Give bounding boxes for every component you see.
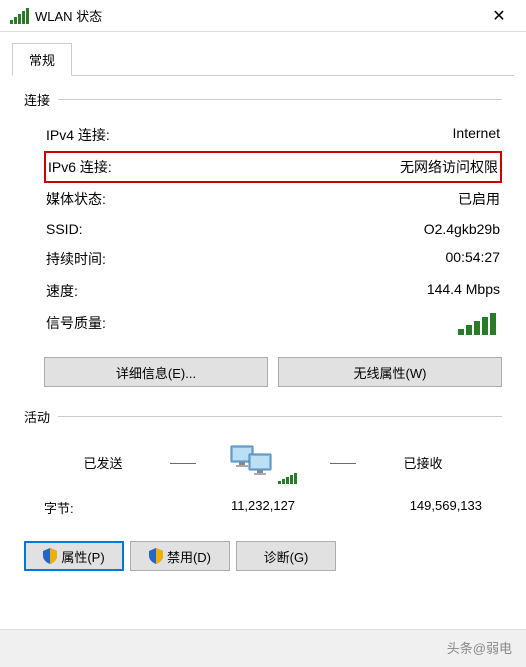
section-activity-label: 活动: [24, 407, 502, 426]
speed-label: 速度:: [46, 281, 78, 301]
properties-button[interactable]: 属性(P): [24, 541, 124, 571]
signal-bars-icon: [458, 313, 496, 335]
diagnose-button[interactable]: 诊断(G): [236, 541, 336, 571]
ipv6-label: IPv6 连接:: [48, 157, 112, 177]
tab-general[interactable]: 常规: [12, 43, 72, 76]
sent-header: 已发送: [44, 453, 162, 472]
speed-value: 144.4 Mbps: [427, 281, 500, 301]
row-speed: 速度: 144.4 Mbps: [44, 275, 502, 307]
section-connection-label: 连接: [24, 90, 502, 109]
bytes-label: 字节:: [44, 498, 190, 517]
wireless-properties-button[interactable]: 无线属性(W): [278, 357, 502, 387]
row-duration: 持续时间: 00:54:27: [44, 243, 502, 275]
shield-icon: [149, 548, 163, 564]
titlebar: WLAN 状态 ✕: [0, 0, 526, 32]
disable-button[interactable]: 禁用(D): [130, 541, 230, 571]
row-media: 媒体状态: 已启用: [44, 183, 502, 215]
row-ssid: SSID: O2.4gkb29b: [44, 215, 502, 243]
ipv6-value: 无网络访问权限: [400, 157, 498, 177]
ssid-label: SSID:: [46, 221, 83, 237]
ssid-value: O2.4gkb29b: [424, 221, 500, 237]
ipv4-value: Internet: [453, 125, 500, 145]
row-ipv6: IPv6 连接: 无网络访问权限: [44, 151, 502, 183]
details-button[interactable]: 详细信息(E)...: [44, 357, 268, 387]
media-value: 已启用: [458, 189, 500, 209]
ipv4-label: IPv4 连接:: [46, 125, 110, 145]
signal-label: 信号质量:: [46, 313, 106, 335]
properties-label: 属性(P): [61, 547, 104, 566]
network-activity-icon: [227, 440, 275, 484]
media-label: 媒体状态:: [46, 189, 106, 209]
duration-label: 持续时间:: [46, 249, 106, 269]
watermark: 头条@弱电: [0, 629, 526, 667]
bytes-received-value: 149,569,133: [336, 498, 482, 517]
separator-left-icon: ——: [170, 455, 196, 470]
mini-signal-icon: [278, 440, 297, 484]
bytes-sent-value: 11,232,127: [190, 498, 336, 517]
separator-right-icon: ——: [330, 455, 356, 470]
close-button[interactable]: ✕: [476, 0, 522, 32]
shield-icon: [43, 548, 57, 564]
row-ipv4: IPv4 连接: Internet: [44, 119, 502, 151]
duration-value: 00:54:27: [446, 249, 501, 269]
wifi-icon: [10, 8, 29, 24]
received-header: 已接收: [364, 453, 482, 472]
window-title: WLAN 状态: [35, 6, 476, 25]
disable-label: 禁用(D): [167, 547, 211, 566]
row-signal: 信号质量:: [44, 307, 502, 341]
